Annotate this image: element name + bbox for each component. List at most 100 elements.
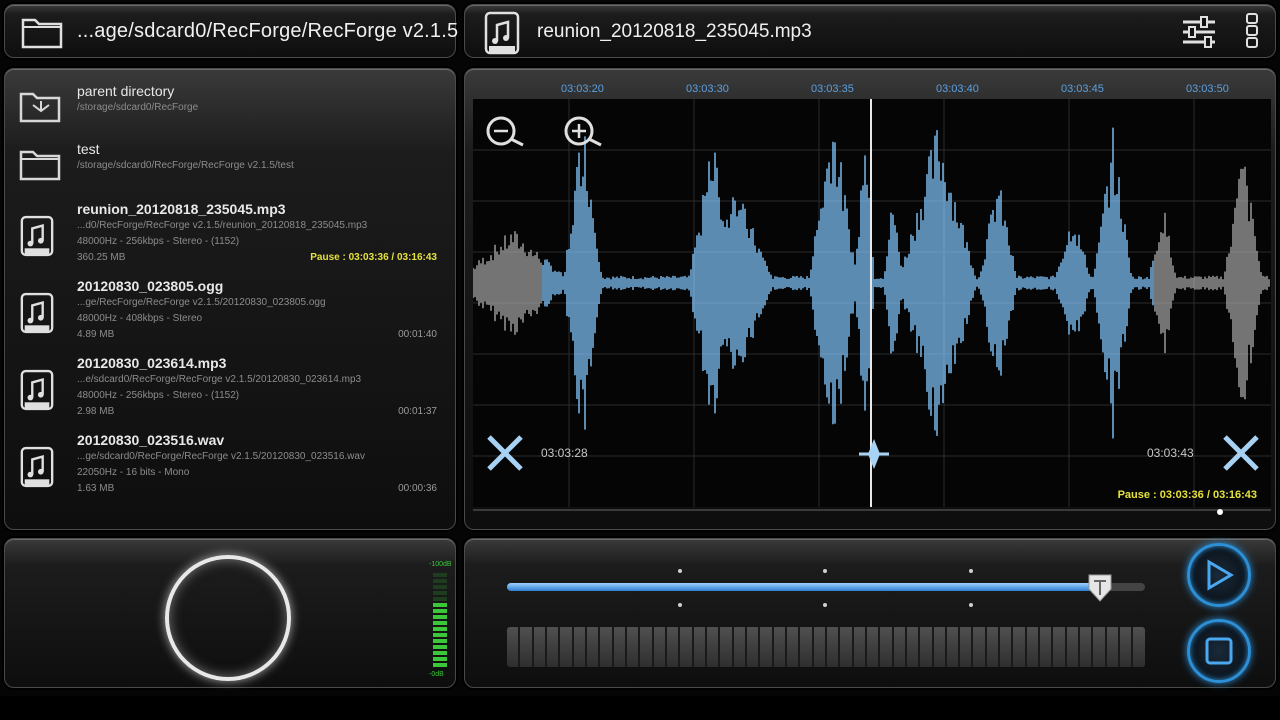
record-panel: -100dB -0dB — [4, 538, 456, 688]
segment-cell — [986, 627, 999, 667]
list-item-file[interactable]: reunion_20120818_235045.mp3 ...d0/RecFor… — [13, 201, 449, 271]
vu-segment — [433, 663, 447, 667]
item-info: 48000Hz - 408kbps - Stereo — [77, 313, 203, 324]
overflow-menu-icon[interactable] — [1245, 13, 1259, 54]
now-playing-bar: reunion_20120818_235045.mp3 — [464, 4, 1276, 58]
folder-icon[interactable] — [21, 15, 63, 54]
audio-file-icon — [19, 446, 55, 493]
seek-slider-thumb-icon[interactable] — [1087, 573, 1113, 608]
segment-cell — [800, 627, 812, 667]
vu-segment — [433, 603, 447, 607]
item-size: 360.25 MB — [77, 252, 126, 263]
item-path: ...ge/RecForge/RecForge v2.1.5/20120830_… — [77, 297, 326, 308]
segment-cell — [1133, 627, 1145, 667]
stop-button[interactable] — [1187, 619, 1251, 683]
mp3-file-icon — [483, 11, 521, 60]
segment-cell — [813, 627, 825, 667]
play-icon — [1207, 559, 1234, 591]
item-status: Pause : 03:03:36 / 03:16:43 — [310, 252, 437, 263]
segment-cell — [533, 627, 545, 667]
vu-segment — [433, 615, 447, 619]
segment-cell — [520, 627, 532, 667]
list-item-file[interactable]: 20120830_023516.wav ...ge/sdcard0/RecFor… — [13, 432, 449, 502]
seek-slider[interactable] — [507, 574, 1145, 602]
position-track — [473, 509, 1271, 511]
segment-cell — [840, 627, 852, 667]
item-path: /storage/sdcard0/RecForge — [77, 102, 199, 113]
segment-cell — [880, 627, 892, 667]
folder-up-icon — [19, 89, 61, 128]
segment-cell — [1066, 627, 1079, 667]
segment-cell — [1000, 627, 1012, 667]
player-panel — [464, 538, 1276, 688]
segment-cell — [586, 627, 599, 667]
tick-dot — [969, 569, 973, 573]
zoom-out-icon[interactable] — [483, 113, 529, 156]
timeline-label: 03:03:45 — [1061, 83, 1104, 95]
item-path: /storage/sdcard0/RecForge/RecForge v2.1.… — [77, 160, 294, 171]
segment-cell — [1040, 627, 1052, 667]
vu-top-label: -100dB — [429, 561, 452, 568]
segment-cell — [786, 627, 799, 667]
item-path: ...e/sdcard0/RecForge/RecForge v2.1.5/20… — [77, 374, 362, 385]
list-item-parent-directory[interactable]: parent directory /storage/sdcard0/RecFor… — [13, 83, 449, 133]
timeline-label: 03:03:30 — [686, 83, 729, 95]
segment-cell — [720, 627, 732, 667]
tick-dot — [823, 569, 827, 573]
list-item-file[interactable]: 20120830_023805.ogg ...ge/RecForge/RecFo… — [13, 278, 449, 348]
equalizer-icon[interactable] — [1181, 15, 1217, 54]
item-name: 20120830_023516.wav — [77, 432, 225, 448]
segment-cell — [626, 627, 639, 667]
item-info: 48000Hz - 256kbps - Stereo - (1152) — [77, 390, 240, 401]
list-item-folder[interactable]: test /storage/sdcard0/RecForge/RecForge … — [13, 141, 449, 191]
record-button[interactable] — [165, 555, 291, 681]
tick-dot — [678, 603, 682, 607]
vu-segment — [433, 621, 447, 625]
segment-cell — [920, 627, 932, 667]
file-list: parent directory /storage/sdcard0/RecFor… — [4, 68, 456, 530]
segment-cell — [1026, 627, 1039, 667]
segment-cell — [613, 627, 625, 667]
item-name: test — [77, 141, 100, 157]
system-nav-bar — [0, 696, 1280, 720]
segment-cell — [933, 627, 945, 667]
item-name: parent directory — [77, 83, 175, 99]
vu-segment — [433, 573, 447, 577]
segment-cell — [960, 627, 972, 667]
now-playing-title: reunion_20120818_235045.mp3 — [537, 21, 812, 42]
playhead-handle-icon[interactable] — [857, 437, 891, 476]
item-size: 2.98 MB — [77, 406, 115, 417]
item-duration: 00:00:36 — [398, 483, 437, 494]
segment-cell — [866, 627, 879, 667]
segment-cell — [773, 627, 785, 667]
list-item-file[interactable]: 20120830_023614.mp3 ...e/sdcard0/RecForg… — [13, 355, 449, 425]
vu-segment — [433, 645, 447, 649]
selection-end-time: 03:03:43 — [1147, 446, 1194, 460]
vu-segment — [433, 579, 447, 583]
selection-start-handle-icon[interactable] — [485, 433, 525, 478]
segment-cell — [600, 627, 612, 667]
stop-icon — [1205, 637, 1233, 665]
vu-segment — [433, 639, 447, 643]
selection-start-time: 03:03:28 — [541, 446, 588, 460]
segment-cell — [1120, 627, 1132, 667]
segment-cell — [1106, 627, 1119, 667]
seek-slider-fill — [507, 583, 1101, 591]
segment-cell — [573, 627, 585, 667]
play-button[interactable] — [1187, 543, 1251, 607]
segment-cell — [746, 627, 759, 667]
item-name: reunion_20120818_235045.mp3 — [77, 201, 286, 217]
item-name: 20120830_023614.mp3 — [77, 355, 227, 371]
vu-bottom-label: -0dB — [429, 671, 444, 678]
timeline-label: 03:03:20 — [561, 83, 604, 95]
segment-cell — [946, 627, 959, 667]
vu-segment — [433, 627, 447, 631]
segment-cell — [1013, 627, 1025, 667]
vu-segment — [433, 609, 447, 613]
segment-cell — [560, 627, 572, 667]
vu-segment — [433, 651, 447, 655]
position-dot[interactable] — [1217, 509, 1223, 515]
selection-end-handle-icon[interactable] — [1221, 433, 1261, 478]
item-path: ...d0/RecForge/RecForge v2.1.5/reunion_2… — [77, 220, 368, 231]
zoom-in-icon[interactable] — [561, 113, 607, 156]
